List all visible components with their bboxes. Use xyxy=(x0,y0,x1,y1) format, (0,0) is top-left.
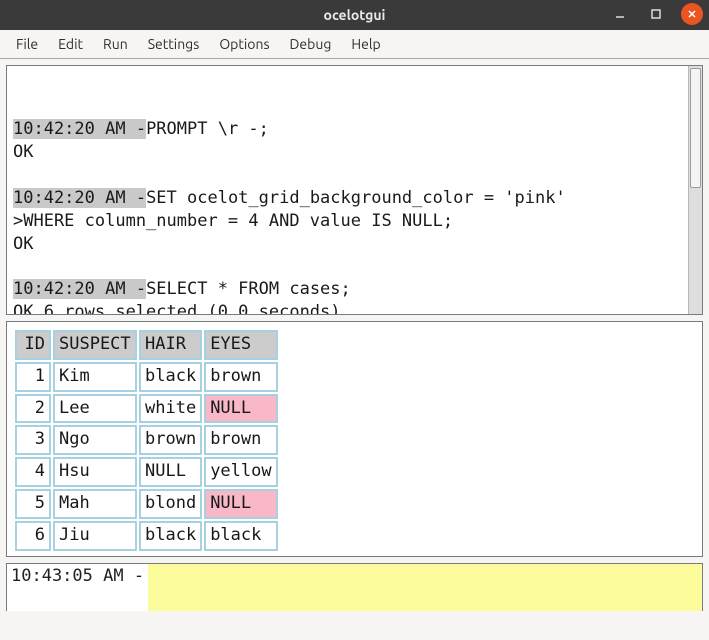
cell-eyes[interactable]: brown xyxy=(204,425,277,455)
menu-settings[interactable]: Settings xyxy=(138,32,210,56)
content-area: 10:42:20 AM -PROMPT \r -; OK 10:42:20 AM… xyxy=(0,59,709,617)
maximize-button[interactable] xyxy=(645,3,667,25)
minimize-icon xyxy=(614,8,626,20)
table-row: 2LeewhiteNULL xyxy=(15,394,278,424)
col-header-hair[interactable]: HAIR xyxy=(139,330,202,360)
cell-hair[interactable]: black xyxy=(139,362,202,392)
cell-id[interactable]: 5 xyxy=(15,489,51,519)
timestamp: 10:42:20 AM - xyxy=(13,188,146,208)
minimize-button[interactable] xyxy=(609,3,631,25)
cell-id[interactable]: 3 xyxy=(15,425,51,455)
table-row: 1Kimblackbrown xyxy=(15,362,278,392)
window-controls xyxy=(609,3,703,25)
col-header-id[interactable]: ID xyxy=(15,330,51,360)
menu-options[interactable]: Options xyxy=(209,32,279,56)
titlebar: ocelotgui xyxy=(0,0,709,30)
history-cmd: SET ocelot_grid_background_color = 'pink… xyxy=(146,188,566,208)
cell-suspect[interactable]: Mah xyxy=(53,489,137,519)
scrollbar-thumb[interactable] xyxy=(690,68,701,188)
menu-run[interactable]: Run xyxy=(93,32,138,56)
cell-eyes[interactable]: NULL xyxy=(204,394,277,424)
timestamp: 10:42:20 AM - xyxy=(13,279,146,299)
table-row: 6Jiublackblack xyxy=(15,521,278,551)
col-header-suspect[interactable]: SUSPECT xyxy=(53,330,137,360)
table-row: 4HsuNULLyellow xyxy=(15,457,278,487)
window-title: ocelotgui xyxy=(324,7,386,23)
close-button[interactable] xyxy=(681,3,703,25)
scrollbar-track[interactable] xyxy=(688,66,702,314)
menu-help[interactable]: Help xyxy=(341,32,390,56)
history-result: OK xyxy=(13,142,33,162)
menu-debug[interactable]: Debug xyxy=(280,32,342,56)
cell-suspect[interactable]: Kim xyxy=(53,362,137,392)
cell-hair[interactable]: blond xyxy=(139,489,202,519)
result-grid: ID SUSPECT HAIR EYES 1Kimblackbrown2Leew… xyxy=(13,328,280,553)
cell-id[interactable]: 2 xyxy=(15,394,51,424)
sql-input[interactable] xyxy=(148,564,702,611)
prompt-pane: 10:43:05 AM - xyxy=(6,563,703,611)
cell-suspect[interactable]: Ngo xyxy=(53,425,137,455)
cell-hair[interactable]: brown xyxy=(139,425,202,455)
history-cmd: PROMPT \r -; xyxy=(146,119,269,139)
menu-edit[interactable]: Edit xyxy=(48,32,93,56)
cell-suspect[interactable]: Lee xyxy=(53,394,137,424)
history-cmd: SELECT * FROM cases; xyxy=(146,279,351,299)
menu-file[interactable]: File xyxy=(6,32,48,56)
history-cont: >WHERE column_number = 4 AND value IS NU… xyxy=(13,211,453,231)
close-icon xyxy=(686,8,698,20)
table-row: 5MahblondNULL xyxy=(15,489,278,519)
history-pane[interactable]: 10:42:20 AM -PROMPT \r -; OK 10:42:20 AM… xyxy=(6,65,703,315)
cell-suspect[interactable]: Jiu xyxy=(53,521,137,551)
prompt-timestamp: 10:43:05 AM - xyxy=(7,564,148,611)
menubar: File Edit Run Settings Options Debug Hel… xyxy=(0,30,709,59)
cell-hair[interactable]: black xyxy=(139,521,202,551)
cell-eyes[interactable]: yellow xyxy=(204,457,277,487)
cell-id[interactable]: 1 xyxy=(15,362,51,392)
timestamp: 10:42:20 AM - xyxy=(13,119,146,139)
cell-eyes[interactable]: black xyxy=(204,521,277,551)
cell-id[interactable]: 4 xyxy=(15,457,51,487)
grid-header-row: ID SUSPECT HAIR EYES xyxy=(15,330,278,360)
col-header-eyes[interactable]: EYES xyxy=(204,330,277,360)
maximize-icon xyxy=(650,8,662,20)
history-result: OK xyxy=(13,234,33,254)
cell-eyes[interactable]: NULL xyxy=(204,489,277,519)
cell-suspect[interactable]: Hsu xyxy=(53,457,137,487)
cell-hair[interactable]: white xyxy=(139,394,202,424)
cell-eyes[interactable]: brown xyxy=(204,362,277,392)
table-row: 3Ngobrownbrown xyxy=(15,425,278,455)
history-line: 10:42:20 AM -PROMPT \r -; OK 10:42:20 AM… xyxy=(13,95,688,315)
result-grid-pane: ID SUSPECT HAIR EYES 1Kimblackbrown2Leew… xyxy=(6,321,703,557)
cell-id[interactable]: 6 xyxy=(15,521,51,551)
history-result: OK 6 rows selected (0.0 seconds) xyxy=(13,302,341,315)
cell-hair[interactable]: NULL xyxy=(139,457,202,487)
